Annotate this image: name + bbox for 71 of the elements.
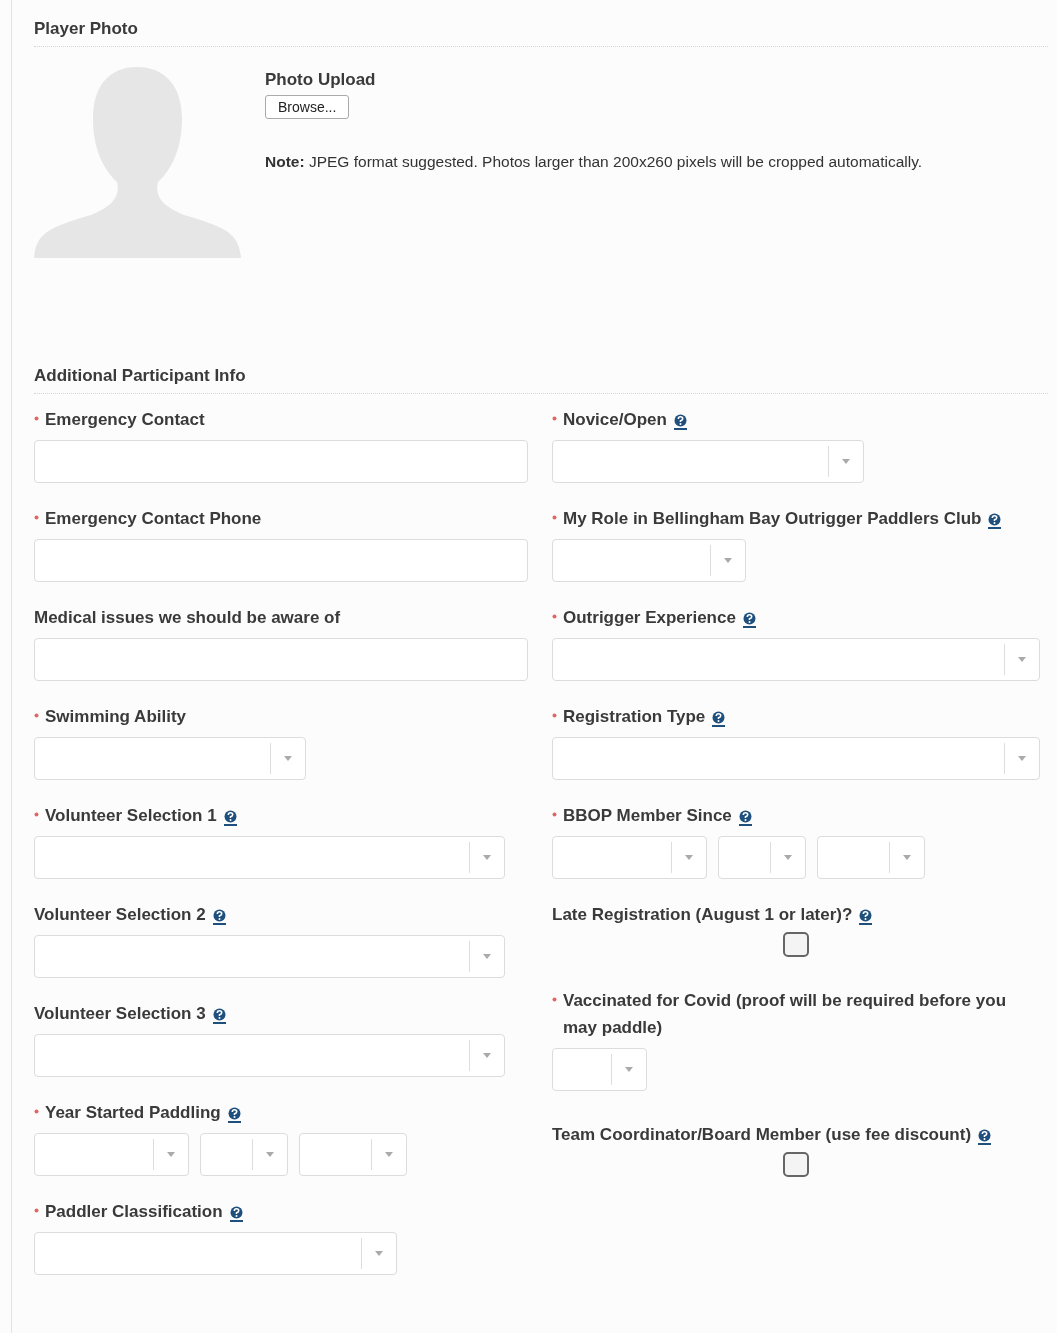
dropdown-field[interactable] bbox=[34, 1034, 505, 1077]
text-field[interactable] bbox=[34, 440, 528, 483]
field-label: Volunteer Selection 3 bbox=[34, 1003, 206, 1025]
dropdown-caret-icon bbox=[483, 1053, 491, 1058]
dropdown-field[interactable] bbox=[552, 638, 1040, 681]
dropdown-caret-icon bbox=[685, 855, 693, 860]
field-label: Novice/Open bbox=[563, 409, 667, 431]
field-label: Registration Type bbox=[563, 706, 706, 728]
dropdown-caret-icon bbox=[1018, 756, 1026, 761]
field-label: Year Started Paddling bbox=[45, 1102, 221, 1124]
dropdown-caret-icon bbox=[284, 756, 292, 761]
field-label: BBOP Member Since bbox=[563, 805, 732, 827]
dropdown-field[interactable] bbox=[552, 836, 707, 879]
dropdown-caret-icon bbox=[167, 1152, 175, 1157]
field-label: Vaccinated for Covid (proof will be required before you may paddle) bbox=[563, 990, 1007, 1039]
field-label: Volunteer Selection 2 bbox=[34, 904, 206, 926]
dropdown-field[interactable] bbox=[34, 1133, 189, 1176]
dropdown-field[interactable] bbox=[34, 836, 505, 879]
dropdown-caret-icon bbox=[385, 1152, 393, 1157]
text-field[interactable] bbox=[34, 638, 528, 681]
field-label: Swimming Ability bbox=[45, 706, 187, 728]
help-icon[interactable] bbox=[738, 810, 752, 826]
field-label: Medical issues we should be aware of bbox=[34, 607, 341, 629]
text-field[interactable] bbox=[34, 539, 528, 582]
dropdown-field[interactable] bbox=[718, 836, 806, 879]
dropdown-field[interactable] bbox=[552, 440, 864, 483]
help-icon[interactable] bbox=[212, 909, 226, 925]
dropdown-caret-icon bbox=[483, 855, 491, 860]
checkbox[interactable] bbox=[783, 1152, 809, 1177]
help-icon[interactable] bbox=[712, 711, 726, 727]
dropdown-field[interactable] bbox=[817, 836, 925, 879]
browse-button[interactable]: Browse... bbox=[265, 95, 350, 119]
dropdown-field[interactable] bbox=[34, 737, 306, 780]
help-icon[interactable] bbox=[978, 1129, 992, 1145]
dropdown-caret-icon bbox=[625, 1067, 633, 1072]
field-label: My Role in Bellingham Bay Outrigger Paddlers Club bbox=[563, 508, 982, 530]
help-icon[interactable] bbox=[673, 414, 687, 430]
field-label: Team Coordinator/Board Member (use fee discount) bbox=[552, 1124, 972, 1146]
field-label: Volunteer Selection 1 bbox=[45, 805, 217, 827]
dropdown-caret-icon bbox=[784, 855, 792, 860]
dropdown-field[interactable] bbox=[552, 1048, 647, 1091]
dropdown-caret-icon bbox=[483, 954, 491, 959]
dropdown-caret-icon bbox=[375, 1251, 383, 1256]
help-icon[interactable] bbox=[212, 1008, 226, 1024]
dropdown-caret-icon bbox=[266, 1152, 274, 1157]
section-heading: Additional Participant Info bbox=[34, 365, 247, 387]
field-label: Paddler Classification bbox=[45, 1201, 223, 1223]
note-text: Note: JPEG format suggested. Photos larger than 200x260 pixels will be cropped automatically. bbox=[265, 153, 923, 171]
dropdown-field[interactable] bbox=[299, 1133, 407, 1176]
help-icon[interactable] bbox=[223, 810, 237, 826]
field-label: Photo Upload bbox=[265, 69, 376, 91]
dropdown-field[interactable] bbox=[552, 737, 1040, 780]
dropdown-caret-icon bbox=[1018, 657, 1026, 662]
dropdown-field[interactable] bbox=[552, 539, 746, 582]
dropdown-caret-icon bbox=[724, 558, 732, 563]
dropdown-caret-icon bbox=[842, 459, 850, 464]
dropdown-field[interactable] bbox=[34, 935, 505, 978]
help-icon[interactable] bbox=[229, 1206, 243, 1222]
field-label: Emergency Contact Phone bbox=[45, 508, 262, 530]
help-icon[interactable] bbox=[988, 513, 1002, 529]
dropdown-field[interactable] bbox=[34, 1232, 397, 1275]
field-label: Emergency Contact bbox=[45, 409, 205, 431]
help-icon[interactable] bbox=[859, 909, 873, 925]
field-label: Outrigger Experience bbox=[563, 607, 736, 629]
checkbox[interactable] bbox=[783, 932, 809, 957]
help-icon[interactable] bbox=[742, 612, 756, 628]
field-label: Late Registration (August 1 or later)? bbox=[552, 904, 853, 926]
dropdown-caret-icon bbox=[903, 855, 911, 860]
dropdown-field[interactable] bbox=[200, 1133, 288, 1176]
section-heading: Player Photo bbox=[34, 18, 139, 40]
help-icon[interactable] bbox=[227, 1107, 241, 1123]
